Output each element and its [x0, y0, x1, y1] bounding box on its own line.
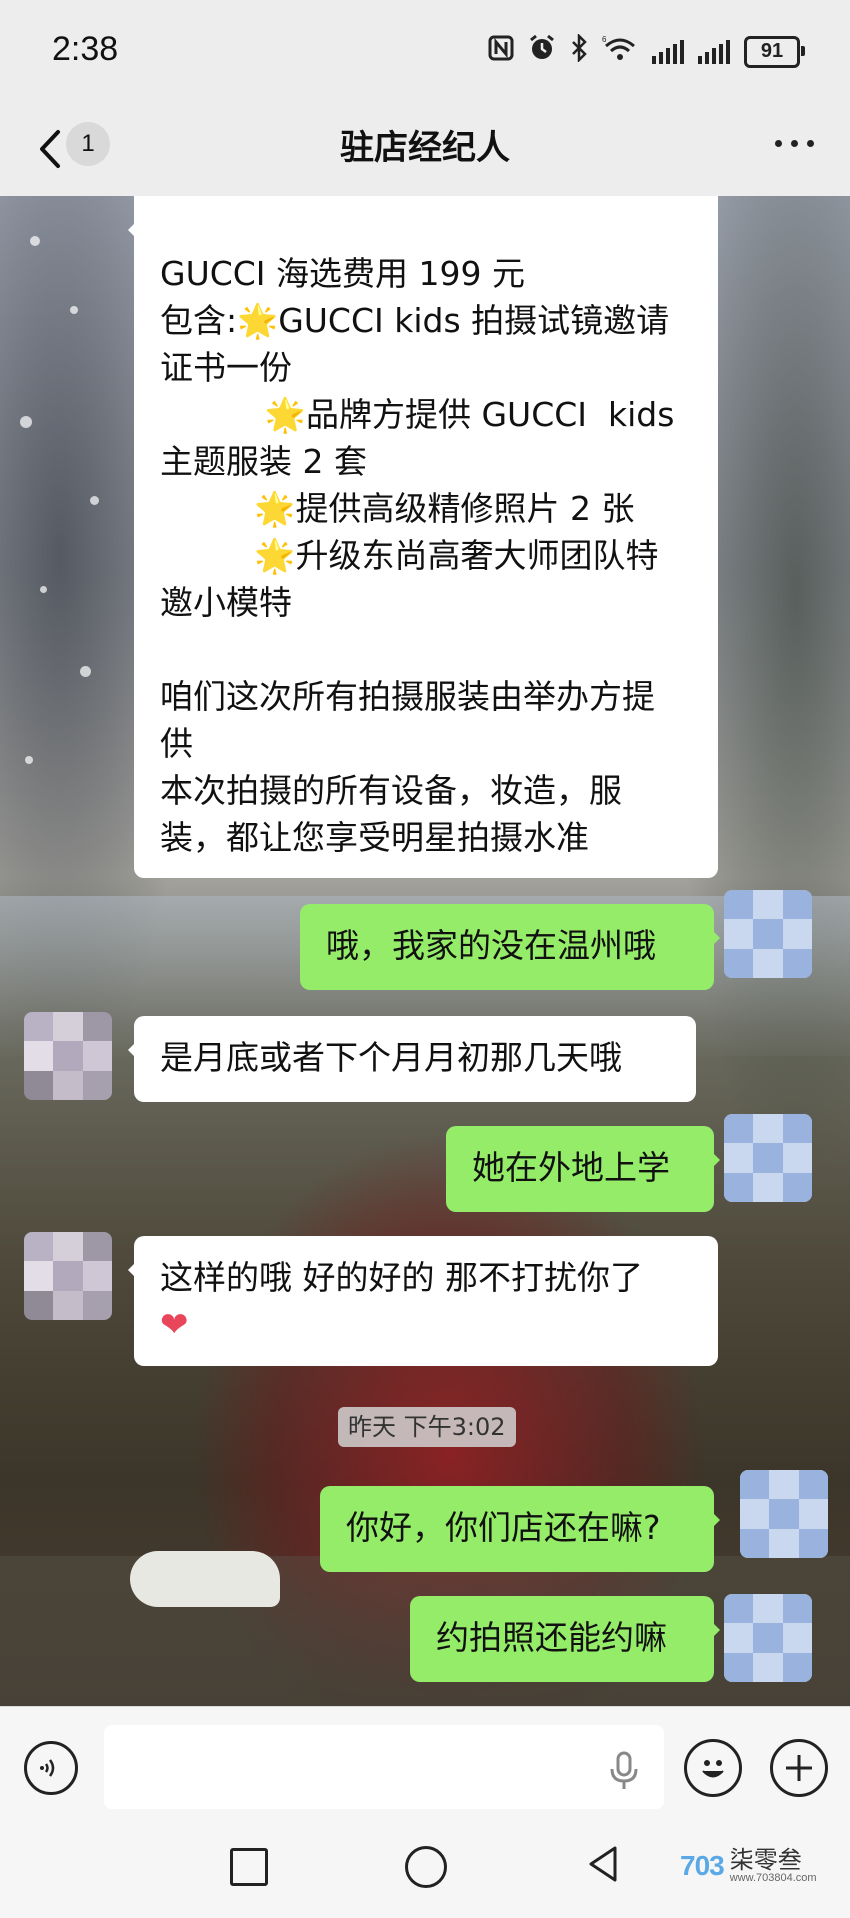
home-button[interactable]: [405, 1846, 447, 1888]
wallpaper-sparkle: [30, 236, 40, 246]
system-navigation-bar: 703 柒零叁 www.703804.com: [0, 1830, 850, 1918]
message-line: 咱们这次所有拍摄服装由举办方提: [160, 677, 655, 716]
message-line: GUCCI 海选费用 199 元: [160, 254, 525, 293]
signal-icon: [652, 39, 684, 64]
message-line: 装，都让您享受明星拍摄水准: [160, 818, 589, 857]
message-line: 🌟提供高级精修照片 2 张: [160, 489, 635, 528]
status-icons: 6 91: [488, 32, 805, 69]
message-text: 是月底或者下个月月初那几天哦: [160, 1038, 622, 1077]
plus-icon[interactable]: [770, 1739, 828, 1797]
heart-emoji-icon: ❤: [160, 1305, 189, 1345]
watermark-text: 柒零叁: [729, 1846, 802, 1874]
message-bubble-incoming[interactable]: GUCCI 海选费用 199 元 包含:🌟GUCCI kids 拍摄试镜邀请 证…: [128, 196, 718, 878]
message-line-gap: [160, 626, 692, 673]
message-line: 本次拍摄的所有设备，妆造，服: [160, 771, 622, 810]
message-timestamp: 昨天 下午3:02: [338, 1407, 516, 1447]
avatar[interactable]: [24, 1232, 112, 1320]
battery-icon: 91: [744, 35, 805, 68]
wallpaper-sparkle: [40, 586, 47, 593]
message-text: 你好，你们店还在嘛?: [346, 1508, 661, 1547]
signal-icon: [698, 39, 730, 64]
status-bar: 2:38 6 91: [0, 0, 850, 104]
wallpaper-sparkle: [70, 306, 78, 314]
message-line: 证书一份: [160, 348, 292, 387]
message-line: 🌟升级东尚高奢大师团队特: [160, 536, 659, 575]
watermark: 703 柒零叁 www.703804.com: [680, 1848, 817, 1884]
mic-icon[interactable]: [606, 1751, 642, 1791]
nfc-icon: [488, 35, 514, 68]
bluetooth-icon: [570, 32, 588, 69]
wallpaper-sparkle: [90, 496, 99, 505]
message-line: 邀小模特: [160, 583, 292, 622]
message-line: 🌟品牌方提供 GUCCI kids: [160, 395, 675, 434]
svg-text:6: 6: [602, 35, 607, 44]
message-text: 这样的哦 好的好的 那不打扰你了: [160, 1258, 643, 1297]
message-input[interactable]: [104, 1725, 664, 1809]
watermark-logo: 703: [680, 1850, 725, 1881]
message-line: 主题服装 2 套: [160, 442, 367, 481]
wallpaper-sparkle: [80, 666, 91, 677]
message-bubble-outgoing[interactable]: 她在外地上学: [446, 1126, 720, 1212]
status-time: 2:38: [52, 30, 119, 68]
message-bubble-outgoing[interactable]: 哦，我家的没在温州哦: [300, 904, 720, 990]
avatar[interactable]: [724, 1594, 812, 1682]
message-text: 哦，我家的没在温州哦: [326, 926, 656, 965]
message-line: 供: [160, 724, 193, 763]
chat-title: 驻店经纪人: [340, 128, 510, 168]
message-line: 包含:🌟GUCCI kids 拍摄试镜邀请: [160, 301, 670, 340]
system-back-button[interactable]: [585, 1844, 621, 1884]
input-bar: [0, 1706, 850, 1831]
avatar[interactable]: [740, 1470, 828, 1558]
avatar[interactable]: [724, 1114, 812, 1202]
voice-icon[interactable]: [24, 1741, 78, 1795]
avatar[interactable]: [24, 1012, 112, 1100]
message-bubble-outgoing[interactable]: 约拍照还能约嘛: [410, 1596, 720, 1682]
emoji-icon[interactable]: [684, 1739, 742, 1797]
message-bubble-incoming[interactable]: 是月底或者下个月月初那几天哦: [128, 1016, 696, 1102]
message-bubble-incoming[interactable]: 这样的哦 好的好的 那不打扰你了 ❤: [128, 1236, 718, 1366]
message-text: 约拍照还能约嘛: [436, 1618, 667, 1657]
watermark-url: www.703804.com: [729, 1872, 817, 1884]
message-text: 她在外地上学: [472, 1148, 670, 1187]
wallpaper-sparkle: [20, 416, 32, 428]
alarm-icon: [528, 34, 556, 69]
message-bubble-outgoing[interactable]: 你好，你们店还在嘛?: [320, 1486, 720, 1572]
wallpaper-shoe: [130, 1551, 280, 1607]
avatar[interactable]: [724, 890, 812, 978]
wallpaper-sparkle: [25, 756, 33, 764]
wifi-icon: 6: [602, 34, 638, 69]
recent-apps-button[interactable]: [230, 1848, 268, 1886]
